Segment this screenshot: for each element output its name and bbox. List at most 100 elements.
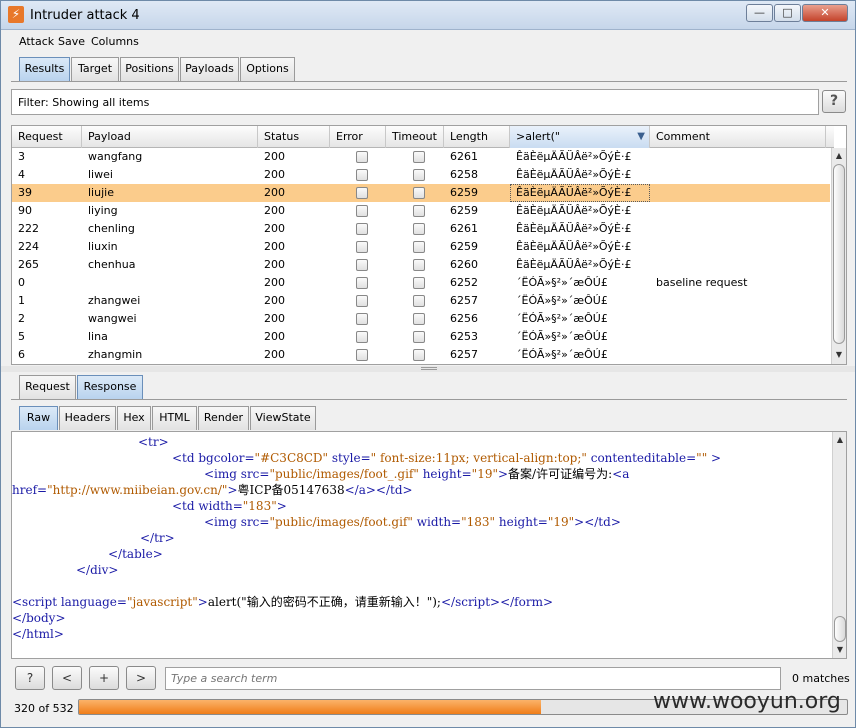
error-checkbox: [356, 169, 368, 181]
cell-timeout: [386, 202, 444, 220]
menu-bar: Attack Save Columns: [1, 31, 855, 53]
table-row[interactable]: 0 200 6252 ´ËÓÃ»§²»´æÔÚ£ baseline request: [12, 274, 830, 292]
col-grep-alert[interactable]: >alert(" ▼: [510, 126, 650, 148]
scroll-up-icon[interactable]: ▲: [832, 149, 846, 163]
cell-comment: [650, 238, 826, 256]
response-scroll-up-icon[interactable]: ▲: [833, 433, 846, 447]
menu-attack[interactable]: Attack: [19, 35, 54, 48]
response-scroll-down-icon[interactable]: ▼: [833, 643, 846, 657]
timeout-checkbox: [413, 313, 425, 325]
table-scrollbar[interactable]: ▲ ▼: [831, 148, 846, 364]
col-status[interactable]: Status: [258, 126, 330, 148]
col-comment[interactable]: Comment: [650, 126, 826, 148]
col-length[interactable]: Length: [444, 126, 510, 148]
search-add-button[interactable]: +: [89, 666, 119, 690]
window-title: Intruder attack 4: [30, 8, 140, 23]
cell-grep: ÊäÈëµÄÃÜÂë²»ÕýÈ·£: [516, 222, 632, 235]
tab-target[interactable]: Target: [71, 57, 119, 81]
table-row[interactable]: 39 liujie 200 6259 ÊäÈëµÄÃÜÂë²»ÕýÈ·£: [12, 184, 830, 202]
timeout-checkbox: [413, 205, 425, 217]
filter-help-button[interactable]: ?: [822, 90, 846, 113]
table-row[interactable]: 6 zhangmin 200 6257 ´ËÓÃ»§²»´æÔÚ£: [12, 346, 830, 364]
error-checkbox: [356, 205, 368, 217]
tab-viewstate[interactable]: ViewState: [250, 406, 316, 430]
tab-hex[interactable]: Hex: [117, 406, 151, 430]
tab-request[interactable]: Request: [19, 375, 76, 399]
cell-comment: [650, 148, 826, 166]
cell-length: 6258: [450, 168, 478, 181]
close-button[interactable]: ✕: [802, 4, 848, 22]
minimize-button[interactable]: —: [746, 4, 773, 22]
cell-request: 0: [18, 276, 25, 289]
table-header: Request Payload Status Error Timeout Len…: [12, 126, 834, 148]
cell-timeout: [386, 184, 444, 202]
table-row[interactable]: 224 liuxin 200 6259 ÊäÈëµÄÃÜÂë²»ÕýÈ·£: [12, 238, 830, 256]
cell-comment: [650, 184, 826, 202]
search-help-button[interactable]: ?: [15, 666, 45, 690]
cell-status: 200: [264, 294, 285, 307]
cell-grep: ´ËÓÃ»§²»´æÔÚ£: [516, 294, 608, 307]
splitter-grip-icon[interactable]: [421, 367, 437, 370]
tab-raw[interactable]: Raw: [19, 406, 58, 430]
menu-save[interactable]: Save: [58, 35, 85, 48]
tab-options[interactable]: Options: [240, 57, 295, 81]
maximize-button[interactable]: □: [774, 4, 801, 22]
cell-length: 6259: [450, 204, 478, 217]
cell-length: 6260: [450, 258, 478, 271]
code-line: </tr>: [140, 531, 175, 545]
cell-length: 6257: [450, 348, 478, 361]
cell-payload: [82, 274, 258, 292]
col-request[interactable]: Request: [12, 126, 82, 148]
timeout-checkbox: [413, 223, 425, 235]
filter-bar[interactable]: Filter: Showing all items: [11, 89, 819, 115]
cell-status: 200: [264, 348, 285, 361]
tab-html[interactable]: HTML: [152, 406, 197, 430]
table-row[interactable]: 90 liying 200 6259 ÊäÈëµÄÃÜÂë²»ÕýÈ·£: [12, 202, 830, 220]
col-timeout[interactable]: Timeout: [386, 126, 444, 148]
search-prev-button[interactable]: <: [52, 666, 82, 690]
search-input[interactable]: [165, 667, 781, 690]
cell-comment: [650, 292, 826, 310]
tab-render[interactable]: Render: [198, 406, 249, 430]
response-scroll-thumb[interactable]: [834, 616, 846, 642]
cell-length: 6253: [450, 330, 478, 343]
col-error[interactable]: Error: [330, 126, 386, 148]
error-checkbox: [356, 295, 368, 307]
menu-columns[interactable]: Columns: [91, 35, 139, 48]
table-row[interactable]: 222 chenling 200 6261 ÊäÈëµÄÃÜÂë²»ÕýÈ·£: [12, 220, 830, 238]
error-checkbox: [356, 313, 368, 325]
response-raw-view[interactable]: <tr> <td bgcolor="#C3C8CD" style=" font-…: [11, 431, 847, 659]
table-row[interactable]: 4 liwei 200 6258 ÊäÈëµÄÃÜÂë²»ÕýÈ·£: [12, 166, 830, 184]
cell-grep: ÊäÈëµÄÃÜÂë²»ÕýÈ·£: [516, 168, 632, 181]
scroll-down-icon[interactable]: ▼: [832, 348, 846, 362]
code-line: </table>: [108, 547, 163, 561]
table-row[interactable]: 5 lina 200 6253 ´ËÓÃ»§²»´æÔÚ£: [12, 328, 830, 346]
response-scrollbar[interactable]: ▲ ▼: [832, 432, 846, 658]
cell-status: 200: [264, 204, 285, 217]
cell-grep: ´ËÓÃ»§²»´æÔÚ£: [516, 330, 608, 343]
sort-desc-icon: ▼: [637, 131, 645, 142]
tab-results[interactable]: Results: [19, 57, 70, 81]
table-row[interactable]: 3 wangfang 200 6261 ÊäÈëµÄÃÜÂë²»ÕýÈ·£: [12, 148, 830, 166]
table-row[interactable]: 1 zhangwei 200 6257 ´ËÓÃ»§²»´æÔÚ£: [12, 292, 830, 310]
code-line: </html>: [12, 627, 64, 641]
tab-headers[interactable]: Headers: [59, 406, 116, 430]
tab-positions[interactable]: Positions: [120, 57, 179, 81]
cell-timeout: [386, 148, 444, 166]
table-row[interactable]: 2 wangwei 200 6256 ´ËÓÃ»§²»´æÔÚ£: [12, 310, 830, 328]
cell-payload: liujie: [88, 186, 114, 199]
cell-length: 6261: [450, 150, 478, 163]
cell-comment: [650, 202, 826, 220]
tab-payloads[interactable]: Payloads: [180, 57, 239, 81]
cell-comment: [650, 256, 826, 274]
tab-response[interactable]: Response: [77, 375, 143, 399]
search-next-button[interactable]: >: [126, 666, 156, 690]
code-line: </div>: [76, 563, 119, 577]
error-checkbox: [356, 331, 368, 343]
cell-request: 265: [18, 258, 39, 271]
title-bar: ⚡ Intruder attack 4 — □ ✕: [1, 1, 855, 30]
table-scroll-thumb[interactable]: [833, 164, 845, 344]
table-row[interactable]: 265 chenhua 200 6260 ÊäÈëµÄÃÜÂë²»ÕýÈ·£: [12, 256, 830, 274]
col-payload[interactable]: Payload: [82, 126, 258, 148]
pane-splitter[interactable]: [1, 366, 855, 372]
